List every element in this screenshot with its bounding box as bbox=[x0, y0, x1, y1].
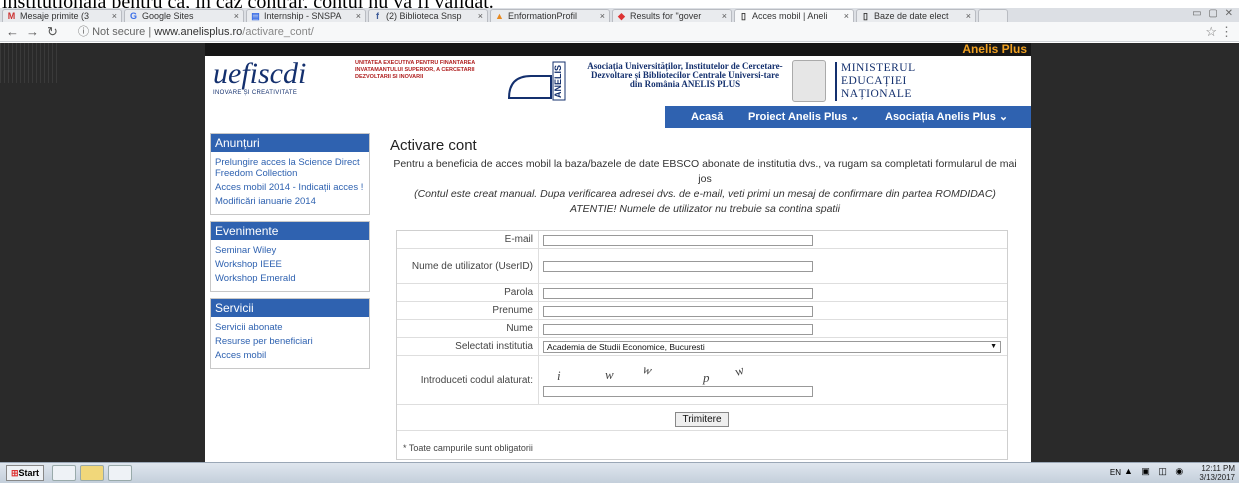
tab-internship[interactable]: ▤ Internship - SNSPA × bbox=[246, 9, 366, 22]
email-label: E-mail bbox=[397, 231, 539, 248]
sidebar-link[interactable]: Workshop Emerald bbox=[215, 273, 365, 284]
nav-project[interactable]: Proiect Anelis Plus ⌄ bbox=[748, 106, 860, 128]
firstname-field[interactable] bbox=[543, 305, 813, 317]
taskbar: ⊞Start EN ▲ ▣ ◫ ◉ 12:11 PM 3/13/2017 bbox=[0, 462, 1239, 483]
close-icon[interactable]: × bbox=[600, 10, 605, 22]
tab-enformation[interactable]: ▲ EnformationProfil × bbox=[490, 9, 610, 22]
brand-label: Anelis Plus bbox=[962, 43, 1027, 56]
captcha-field[interactable] bbox=[543, 386, 813, 397]
anelis-logo-text: ANELIS bbox=[553, 65, 563, 98]
uefiscdi-subtitle: UNITATEA EXECUTIVA PENTRU FINANTAREA INV… bbox=[355, 60, 475, 80]
page-title: Activare cont bbox=[390, 137, 477, 154]
sites-icon: ▤ bbox=[251, 11, 260, 21]
tab-google-sites[interactable]: G Google Sites × bbox=[124, 9, 244, 22]
close-icon[interactable]: × bbox=[844, 10, 849, 22]
close-icon[interactable]: × bbox=[234, 10, 239, 22]
events-heading: Evenimente bbox=[211, 222, 369, 240]
page-viewport: Anelis Plus uefiscdi INOVARE ȘI CREATIVI… bbox=[0, 43, 1239, 462]
sidebar-link[interactable]: Acces mobil 2014 - Indicații acces ! bbox=[215, 182, 365, 193]
submit-button[interactable]: Trimitere bbox=[675, 412, 729, 427]
nav-home[interactable]: Acasă bbox=[691, 106, 723, 128]
tab-results[interactable]: ◆ Results for "gover × bbox=[612, 9, 732, 22]
new-tab-button[interactable] bbox=[978, 9, 1008, 22]
info-icon: ⓘ bbox=[78, 26, 93, 38]
activation-form: E-mail Nume de utilizator (UserID) Parol… bbox=[396, 230, 1008, 460]
tab-baze-de-date[interactable]: ▯ Baze de date elect × bbox=[856, 9, 976, 22]
results-icon: ◆ bbox=[618, 11, 625, 21]
windows-logo-icon: ⊞ bbox=[11, 468, 19, 478]
password-field[interactable] bbox=[543, 287, 813, 299]
chrome-icon[interactable] bbox=[52, 465, 76, 481]
events-box: Evenimente Seminar Wiley Workshop IEEE W… bbox=[210, 221, 370, 292]
sidebar-link[interactable]: Acces mobil bbox=[215, 350, 365, 361]
close-icon[interactable]: × bbox=[722, 10, 727, 22]
close-icon[interactable]: × bbox=[478, 10, 483, 22]
sidebar-link[interactable]: Servicii abonate bbox=[215, 322, 365, 333]
google-icon: G bbox=[129, 11, 137, 21]
tab-gmail[interactable]: M Mesaje primite (3 × bbox=[2, 9, 122, 22]
announcements-box: Anunțuri Prelungire acces la Science Dir… bbox=[210, 133, 370, 215]
tab-biblioteca[interactable]: f (2) Biblioteca Snsp × bbox=[368, 9, 488, 22]
gmail-icon: M bbox=[7, 11, 16, 21]
site-container: Anelis Plus uefiscdi INOVARE ȘI CREATIVI… bbox=[205, 43, 1031, 462]
forward-icon[interactable]: → bbox=[26, 24, 39, 39]
coat-of-arms-icon bbox=[792, 60, 826, 102]
url-field[interactable]: ⓘ Not secure | www.anelisplus.ro/activar… bbox=[78, 25, 1208, 39]
main-navigation: Acasă Proiect Anelis Plus ⌄ Asociația An… bbox=[205, 106, 1031, 128]
bookmark-star-icon[interactable]: ☆ bbox=[1205, 24, 1217, 40]
sidebar-link[interactable]: Modificări ianuarie 2014 bbox=[215, 196, 365, 207]
window-controls[interactable]: ▭ ▢ ✕ bbox=[1192, 8, 1235, 19]
back-icon[interactable]: ← bbox=[6, 24, 19, 39]
email-field[interactable] bbox=[543, 234, 813, 246]
password-label: Parola bbox=[397, 284, 539, 301]
language-indicator[interactable]: EN bbox=[1110, 468, 1121, 477]
username-field[interactable] bbox=[543, 261, 813, 272]
main-content: Activare cont Pentru a beneficia de acce… bbox=[380, 131, 1025, 462]
institution-select[interactable]: Academia de Studii Economice, Bucuresti ▼ bbox=[543, 341, 1001, 353]
sidebar-link[interactable]: Workshop IEEE bbox=[215, 259, 365, 270]
clock[interactable]: 12:11 PM 3/13/2017 bbox=[1199, 464, 1235, 482]
facebook-icon: f bbox=[376, 11, 379, 21]
username-label: Nume de utilizator (UserID) bbox=[397, 249, 539, 283]
page-icon: ▯ bbox=[863, 11, 868, 21]
required-fields-note: * Toate campurile sunt obligatorii bbox=[403, 443, 533, 453]
nav-association[interactable]: Asociația Anelis Plus ⌄ bbox=[885, 106, 1008, 128]
menu-icon[interactable]: ⋮ bbox=[1220, 24, 1233, 40]
uefiscdi-logo[interactable]: uefiscdi INOVARE ȘI CREATIVITATE bbox=[213, 58, 353, 104]
services-box: Servicii Servicii abonate Resurse per be… bbox=[210, 298, 370, 369]
close-icon[interactable]: × bbox=[356, 10, 361, 22]
sidebar-link[interactable]: Prelungire acces la Science Direct Freed… bbox=[215, 157, 365, 179]
sidebar: Anunțuri Prelungire acces la Science Dir… bbox=[210, 133, 370, 375]
close-icon[interactable]: × bbox=[966, 10, 971, 22]
sidebar-link[interactable]: Resurse per beneficiari bbox=[215, 336, 365, 347]
browser-tab-strip: M Mesaje primite (3 × G Google Sites × ▤ Inte… bbox=[0, 8, 1239, 22]
anelis-logo[interactable]: ANELIS bbox=[505, 58, 575, 104]
reload-icon[interactable]: ↻ bbox=[47, 24, 58, 39]
folder-icon[interactable] bbox=[80, 465, 104, 481]
lastname-label: Nume bbox=[397, 320, 539, 337]
word-icon[interactable] bbox=[108, 465, 132, 481]
captcha-label: Introduceti codul alaturat: bbox=[397, 356, 539, 404]
start-button[interactable]: ⊞Start bbox=[6, 465, 44, 481]
ministry-logo[interactable]: MINISTERUL EDUCAȚIEI NAȚIONALE bbox=[835, 62, 916, 101]
institution-label: Selectati institutia bbox=[397, 338, 539, 355]
page-icon: ▯ bbox=[741, 11, 746, 21]
page-icon: ▲ bbox=[495, 11, 504, 21]
tab-acces-mobil[interactable]: ▯ Acces mobil | Aneli × bbox=[734, 9, 854, 22]
dropdown-arrow-icon: ▼ bbox=[990, 343, 997, 350]
close-icon[interactable]: × bbox=[112, 10, 117, 22]
intro-text: Pentru a beneficia de acces mobil la baz… bbox=[393, 158, 1017, 215]
services-heading: Servicii bbox=[211, 299, 369, 317]
announcements-heading: Anunțuri bbox=[211, 134, 369, 152]
system-tray-icons[interactable]: ▲ ▣ ◫ ◉ bbox=[1124, 466, 1194, 480]
captcha-image: i w w p w bbox=[557, 361, 746, 385]
site-header: uefiscdi INOVARE ȘI CREATIVITATE UNITATE… bbox=[205, 56, 1031, 106]
firstname-label: Prenume bbox=[397, 302, 539, 319]
address-bar-row: ← → ↻ ⓘ Not secure | www.anelisplus.ro/a… bbox=[0, 22, 1239, 42]
sidebar-link[interactable]: Seminar Wiley bbox=[215, 245, 365, 256]
anelis-association-title: Asociația Universităților, Institutelor … bbox=[587, 61, 783, 89]
lastname-field[interactable] bbox=[543, 323, 813, 335]
